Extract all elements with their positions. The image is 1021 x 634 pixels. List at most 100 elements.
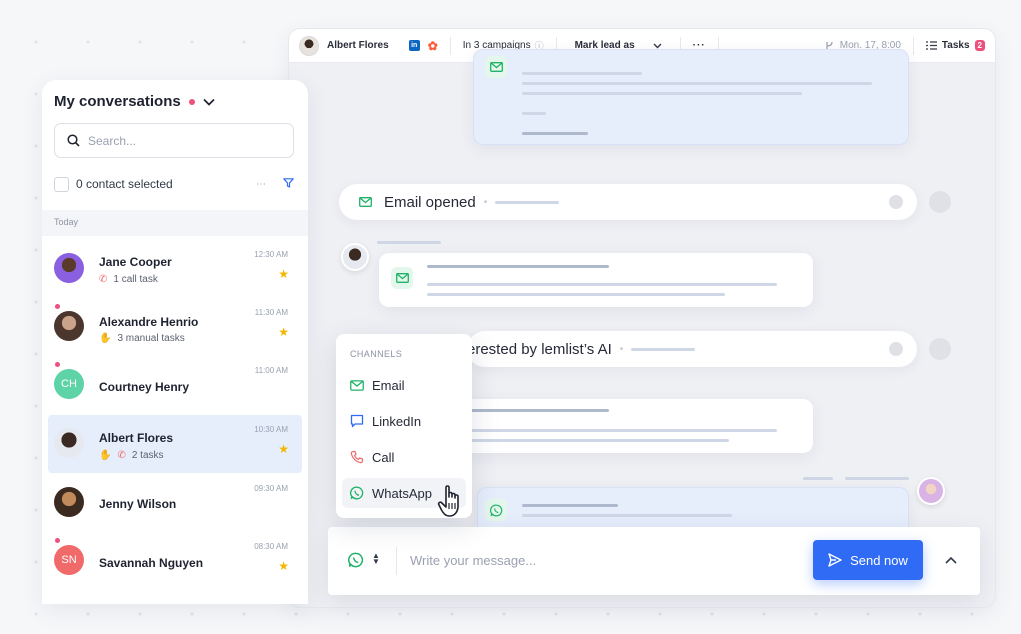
sent-email-message xyxy=(473,49,909,145)
task-summary: ✋ 3 manual tasks xyxy=(99,333,185,344)
timestamp: 11:30 AM xyxy=(254,308,288,317)
event-label: Email opened xyxy=(384,193,476,211)
message-input[interactable]: Write your message... xyxy=(410,553,536,568)
placeholder-line xyxy=(522,92,802,95)
contact-name: Jane Cooper xyxy=(99,255,172,269)
send-now-button[interactable]: Send now xyxy=(813,540,923,580)
expand-button[interactable] xyxy=(936,545,966,575)
placeholder-line xyxy=(427,283,777,286)
timestamp: 08:30 AM xyxy=(254,542,288,551)
more-options-button[interactable]: ⋯ xyxy=(256,179,267,190)
conversation-item[interactable]: Albert Flores ✋ ✆ 2 tasks 10:30 AM ★ xyxy=(48,415,302,473)
star-icon[interactable]: ★ xyxy=(278,325,289,339)
contact-name: Savannah Nguyen xyxy=(99,556,204,570)
conversation-item[interactable]: SN Savannah Nguyen 08:30 AM ★ xyxy=(48,532,302,590)
hand-pointer-icon xyxy=(437,485,459,517)
conversations-header[interactable]: My conversations xyxy=(54,93,215,110)
star-icon[interactable]: ★ xyxy=(278,559,289,573)
mail-icon xyxy=(359,197,372,207)
status-dot xyxy=(889,195,903,209)
contact-avatar xyxy=(341,243,369,271)
avatar xyxy=(54,311,84,341)
conversations-panel: My conversations Search... 0 contact sel… xyxy=(42,80,308,604)
group-header: Today xyxy=(42,210,308,236)
mail-icon xyxy=(391,267,413,289)
timestamp: 12:30 AM xyxy=(254,250,288,259)
channel-label: WhatsApp xyxy=(372,485,432,501)
placeholder-line xyxy=(631,347,696,351)
hand-icon: ✋ xyxy=(99,333,112,344)
unread-indicator xyxy=(188,98,195,105)
filter-icon[interactable] xyxy=(283,177,294,191)
hand-icon: ✋ xyxy=(99,450,112,461)
status-dot xyxy=(929,338,951,360)
channel-label: LinkedIn xyxy=(372,413,422,429)
placeholder-line xyxy=(522,72,642,75)
linkedin-icon[interactable]: in xyxy=(408,40,420,51)
conversation-item[interactable]: Alexandre Henrio ✋ 3 manual tasks 11:30 … xyxy=(48,298,302,356)
received-message xyxy=(459,399,813,453)
star-icon[interactable]: ★ xyxy=(278,442,289,456)
conversation-item[interactable]: Jane Cooper ✆ 1 call task 12:30 AM ★ xyxy=(48,240,302,298)
conversation-item[interactable]: CH Courtney Henry 11:00 AM xyxy=(48,356,302,414)
phone-icon xyxy=(350,450,364,464)
search-icon xyxy=(67,134,80,147)
placeholder-line xyxy=(471,409,609,412)
placeholder-line xyxy=(522,132,588,135)
user-avatar xyxy=(917,477,945,505)
hubspot-icon[interactable]: ✿ xyxy=(428,39,438,53)
tasks-count-badge: 2 xyxy=(974,40,985,51)
chevron-down-icon xyxy=(653,43,662,48)
conversation-window: Albert Flores in ✿ In 3 campaigns ⓘ Mark… xyxy=(288,28,996,608)
channel-call[interactable]: Call xyxy=(342,442,466,472)
timestamp: 11:00 AM xyxy=(254,366,288,375)
divider xyxy=(912,36,914,55)
avatar: SN xyxy=(54,545,84,575)
placeholder-line xyxy=(495,200,560,204)
chevron-up-icon xyxy=(945,556,957,564)
sender-line xyxy=(845,477,909,480)
contact-name: Albert Flores xyxy=(327,40,389,51)
received-message xyxy=(379,253,813,307)
avatar xyxy=(54,487,84,517)
contact-name: Jenny Wilson xyxy=(99,497,177,511)
placeholder-line xyxy=(427,265,609,268)
list-icon xyxy=(925,41,937,50)
star-icon[interactable]: ★ xyxy=(278,267,289,281)
placeholder-line xyxy=(427,293,725,296)
message-composer: ▲ ▼ Write your message... Send now xyxy=(328,527,980,595)
conversation-item[interactable]: Jenny Wilson 09:30 AM xyxy=(48,474,302,532)
phone-icon: ✆ xyxy=(117,450,126,461)
channel-email[interactable]: Email xyxy=(342,370,466,400)
task-summary: ✆ 1 call task xyxy=(99,274,158,285)
unread-indicator xyxy=(55,538,60,543)
whatsapp-icon xyxy=(350,486,364,500)
email-opened-event: Email opened • xyxy=(339,184,917,220)
placeholder-line xyxy=(522,112,546,115)
whatsapp-icon xyxy=(485,499,507,521)
bullet-separator: • xyxy=(483,196,488,208)
placeholder-line xyxy=(522,82,872,85)
select-all-checkbox[interactable] xyxy=(54,176,69,192)
event-label: erested by lemlist’s AI xyxy=(467,340,612,358)
whatsapp-icon[interactable] xyxy=(348,552,364,573)
tasks-button[interactable]: Tasks 2 xyxy=(925,40,985,51)
channel-switch-icon[interactable]: ▲ ▼ xyxy=(372,552,380,566)
contact-name: Alexandre Henrio xyxy=(99,315,199,329)
send-icon xyxy=(828,553,842,567)
channel-linkedin[interactable]: LinkedIn xyxy=(342,406,466,436)
channel-label: Email xyxy=(372,377,405,393)
mail-icon xyxy=(485,56,507,78)
placeholder-line xyxy=(522,504,618,507)
contact-name: Courtney Henry xyxy=(99,380,190,394)
avatar xyxy=(54,428,84,458)
task-summary: ✋ ✆ 2 tasks xyxy=(99,450,164,461)
chevron-down-icon xyxy=(203,98,215,106)
panel-title: My conversations xyxy=(54,93,181,110)
unread-indicator xyxy=(55,362,60,367)
status-dot xyxy=(929,191,951,213)
avatar xyxy=(54,253,84,283)
timestamp: 10:30 AM xyxy=(254,425,288,434)
search-input[interactable]: Search... xyxy=(54,123,294,158)
chat-bubble-icon xyxy=(350,414,364,428)
